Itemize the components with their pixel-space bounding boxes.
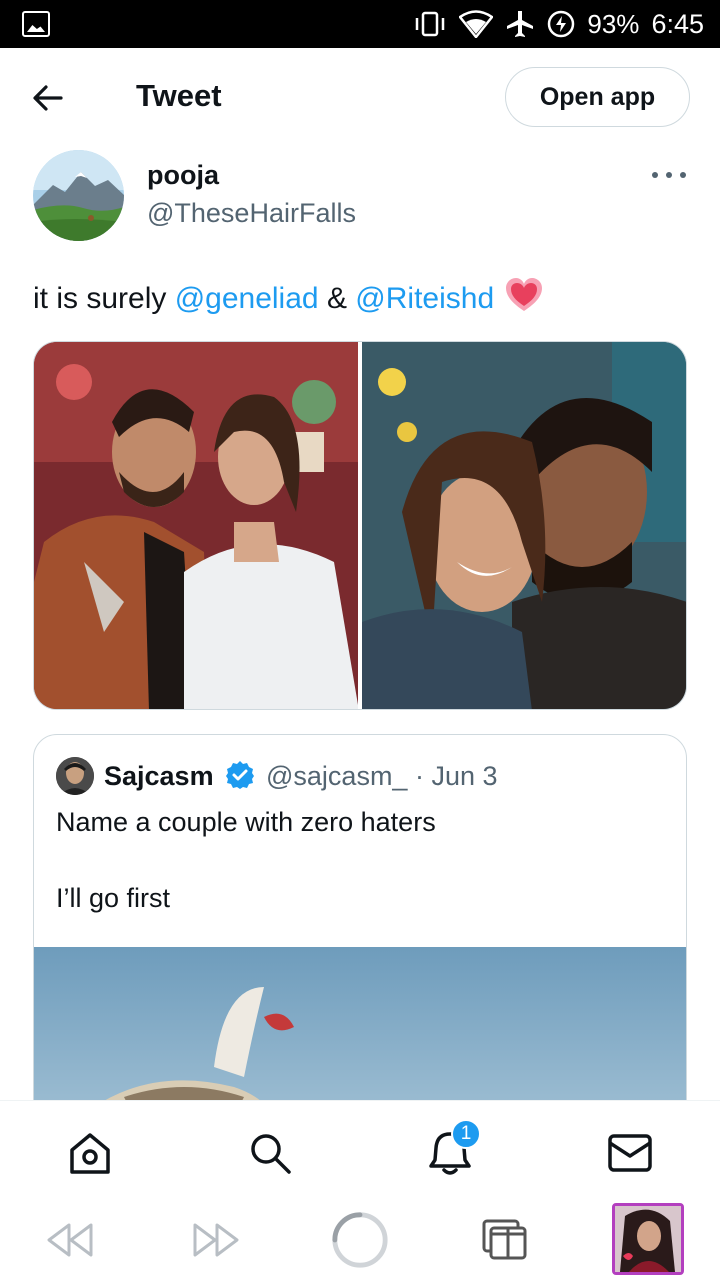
mention-geneliad[interactable]: @geneliad — [175, 282, 319, 316]
status-icons: 93% 6:45 — [413, 0, 704, 48]
photo-couple-2[interactable] — [362, 342, 686, 709]
tweet-text-and: & — [318, 282, 356, 315]
sparkling-heart-icon — [504, 277, 544, 321]
page-title: Tweet — [136, 78, 222, 113]
verified-badge-icon — [225, 760, 255, 795]
battery-saver-icon — [548, 10, 575, 38]
back-arrow-icon — [33, 85, 63, 111]
rewind-icon[interactable] — [40, 1210, 100, 1270]
loading-circle-icon[interactable] — [330, 1210, 390, 1270]
vibrate-icon — [416, 11, 445, 37]
browser-toolbar — [0, 1200, 720, 1280]
tweet-media[interactable] — [33, 341, 687, 710]
fast-forward-icon[interactable] — [186, 1210, 246, 1270]
mention-riteishd[interactable]: @Riteishd — [355, 282, 494, 316]
quoted-meta: @sajcasm_ · Jun 3 — [266, 761, 498, 791]
open-app-button[interactable]: Open app — [505, 67, 690, 127]
tweet-text: it is surely @geneliad & @Riteishd — [33, 277, 544, 321]
quoted-tweet[interactable]: Sajcasm @sajcasm_ · Jun 3 Name a couple … — [33, 734, 687, 1154]
status-bar: 93% 6:45 — [0, 0, 720, 48]
more-options-icon[interactable] — [652, 168, 686, 182]
quoted-text-line1: Name a couple with zero haters — [56, 807, 436, 837]
battery-percent: 93% — [587, 8, 640, 39]
notification-badge: 1 — [451, 1119, 481, 1149]
photo-couple-1[interactable] — [34, 342, 358, 709]
author-handle[interactable]: @TheseHairFalls — [147, 198, 356, 229]
header: Tweet Open app — [0, 48, 720, 148]
avatar[interactable] — [33, 150, 124, 241]
quoted-text-line2: I’ll go first — [56, 883, 171, 913]
author-name[interactable]: pooja — [147, 160, 219, 191]
bottom-navigation: 1 — [0, 1100, 720, 1200]
tabs-icon[interactable] — [475, 1210, 535, 1270]
quoted-author-name[interactable]: Sajcasm — [104, 761, 214, 792]
tweet-text-prefix: it is surely — [33, 282, 175, 315]
clock: 6:45 — [651, 8, 704, 39]
profile-thumbnail[interactable] — [612, 1203, 684, 1275]
messages-icon[interactable] — [606, 1129, 654, 1177]
airplane-icon — [507, 11, 534, 37]
search-icon[interactable] — [246, 1129, 294, 1177]
quoted-avatar[interactable] — [56, 757, 94, 795]
wifi-icon — [459, 10, 494, 38]
image-icon — [22, 11, 50, 37]
back-button[interactable] — [28, 78, 68, 118]
home-icon[interactable] — [66, 1129, 114, 1177]
